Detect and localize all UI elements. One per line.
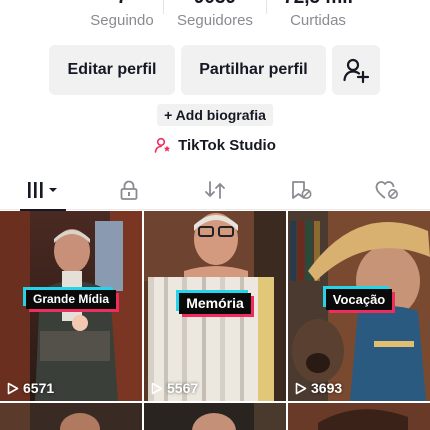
view-count: 5567 (151, 380, 198, 396)
share-profile-button[interactable]: Partilhar perfil (181, 45, 326, 95)
bookmark-lock-icon (292, 181, 312, 199)
caption-container: Vocação (288, 289, 430, 310)
video-thumbnail[interactable] (0, 403, 142, 430)
caption-container: Grande Mídia (0, 290, 142, 309)
video-thumbnail[interactable]: Grande Mídia 6571 (0, 211, 142, 401)
followers-label: Seguidores (177, 12, 253, 29)
video-thumbnail[interactable] (144, 403, 286, 430)
view-count: 6571 (7, 380, 54, 396)
tab-private[interactable] (86, 170, 172, 210)
lock-icon (120, 180, 138, 200)
add-user-icon (343, 58, 370, 84)
followers-count: 9039 (170, 0, 260, 10)
video-thumbnail[interactable]: Memória 5567 (144, 211, 286, 401)
add-bio-button[interactable]: + Add biografia (157, 104, 273, 126)
heart-hidden-icon (375, 181, 398, 199)
studio-label: TikTok Studio (178, 136, 276, 154)
view-count-value: 3693 (311, 380, 343, 396)
edit-profile-button[interactable]: Editar perfil (49, 45, 175, 95)
studio-user-icon (154, 137, 171, 153)
video-caption: Grande Mídia (25, 290, 116, 309)
play-icon (7, 382, 19, 394)
profile-stats: 7 Seguindo 9039 Seguidores 72,5 mil Curt… (0, 0, 430, 34)
video-caption: Vocação (325, 289, 393, 310)
video-grid: Grande Mídia 6571 Memória 5567 Vocação 3… (0, 211, 430, 430)
thumbnail-image (288, 403, 430, 430)
video-caption: Memória (179, 293, 251, 314)
stat-divider (163, 0, 164, 14)
followers-stat[interactable]: 9039 Seguidores (170, 0, 260, 32)
view-count-value: 6571 (23, 380, 55, 396)
tab-favorites[interactable] (258, 170, 344, 210)
view-count: 3693 (295, 380, 342, 396)
repost-icon (205, 181, 225, 199)
tab-liked[interactable] (344, 170, 430, 210)
profile-tabs (0, 170, 430, 211)
view-count-value: 5567 (167, 380, 199, 396)
play-icon (151, 382, 163, 394)
tab-reposts[interactable] (172, 170, 258, 210)
video-thumbnail[interactable]: Vocação 3693 (288, 211, 430, 401)
thumbnail-image (0, 403, 142, 430)
tab-videos[interactable] (0, 170, 86, 211)
following-label: Seguindo (90, 12, 154, 29)
tiktok-studio-link[interactable]: TikTok Studio (0, 134, 430, 156)
play-icon (295, 382, 307, 394)
add-friend-button[interactable] (332, 45, 380, 95)
likes-label: Curtidas (290, 12, 346, 29)
following-stat[interactable]: 7 Seguindo (77, 0, 167, 32)
grid-icon (28, 182, 57, 198)
video-thumbnail[interactable] (288, 403, 430, 430)
stat-divider (266, 0, 267, 14)
thumbnail-image (144, 403, 286, 430)
likes-stat[interactable]: 72,5 mil Curtidas (273, 0, 363, 32)
caption-container: Memória (144, 293, 286, 314)
likes-count: 72,5 mil (273, 0, 363, 10)
following-count: 7 (77, 0, 167, 10)
